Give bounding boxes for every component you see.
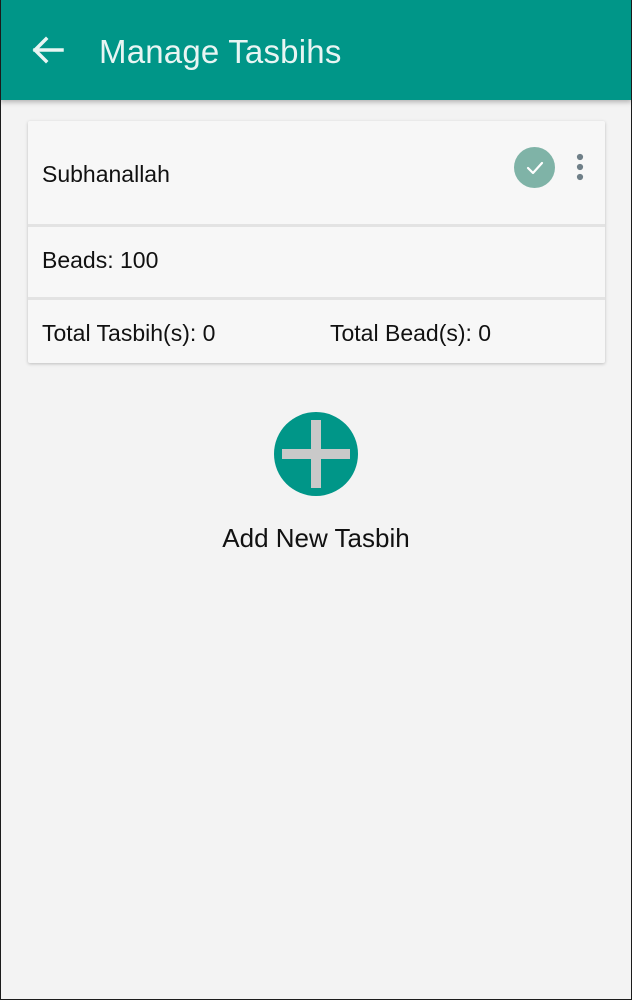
app-bar: Manage Tasbihs: [0, 0, 632, 100]
beads-count: Beads: 100: [42, 247, 159, 273]
more-vertical-icon: [576, 153, 584, 181]
page-title: Manage Tasbihs: [99, 33, 342, 70]
plus-circle-icon[interactable]: [274, 412, 358, 496]
total-beads-count: Total Bead(s): 0: [330, 320, 492, 346]
tasbih-name-row: Subhanallah: [28, 121, 605, 227]
more-options-button[interactable]: [568, 149, 592, 185]
add-new-tasbih-button[interactable]: Add New Tasbih: [200, 410, 432, 560]
plus-vertical-bar: [311, 420, 321, 488]
back-button[interactable]: [22, 28, 74, 72]
screen-border-left: [0, 0, 1, 1000]
tasbih-card[interactable]: Subhanallah Beads: 100 Total Tasbih(s): …: [28, 121, 605, 363]
total-tasbih-count: Total Tasbih(s): 0: [42, 320, 216, 346]
totals-row: Total Tasbih(s): 0 Total Bead(s): 0: [28, 300, 605, 363]
beads-row: Beads: 100: [28, 227, 605, 300]
add-new-tasbih-label: Add New Tasbih: [222, 523, 410, 553]
selected-check-button[interactable]: [514, 147, 555, 188]
check-icon: [526, 161, 543, 174]
arrow-left-icon: [32, 36, 64, 64]
tasbih-name: Subhanallah: [42, 161, 170, 187]
